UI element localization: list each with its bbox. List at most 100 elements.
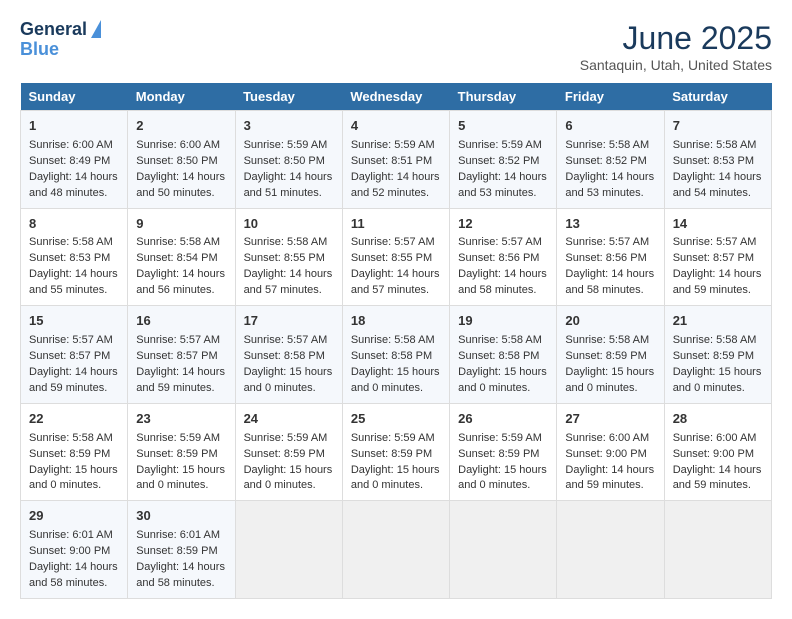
calendar-cell: 12Sunrise: 5:57 AMSunset: 8:56 PMDayligh… xyxy=(450,208,557,306)
day-info-line: and 48 minutes. xyxy=(29,186,119,202)
day-info-line: Sunset: 8:59 PM xyxy=(458,447,548,463)
calendar-cell: 7Sunrise: 5:58 AMSunset: 8:53 PMDaylight… xyxy=(664,111,771,209)
calendar-cell: 14Sunrise: 5:57 AMSunset: 8:57 PMDayligh… xyxy=(664,208,771,306)
day-info-line: and 55 minutes. xyxy=(29,283,119,299)
day-info-line: Sunset: 8:59 PM xyxy=(244,447,334,463)
calendar-cell: 25Sunrise: 5:59 AMSunset: 8:59 PMDayligh… xyxy=(342,403,449,501)
day-number: 3 xyxy=(244,117,334,136)
day-info-line: and 58 minutes. xyxy=(29,576,119,592)
day-info-line: and 59 minutes. xyxy=(136,381,226,397)
header-day-wednesday: Wednesday xyxy=(342,83,449,111)
day-info-line: Sunrise: 5:58 AM xyxy=(565,333,655,349)
day-info-line: and 57 minutes. xyxy=(244,283,334,299)
calendar-cell: 22Sunrise: 5:58 AMSunset: 8:59 PMDayligh… xyxy=(21,403,128,501)
day-info-line: Daylight: 14 hours xyxy=(351,170,441,186)
day-number: 27 xyxy=(565,410,655,429)
day-info-line: Sunrise: 6:00 AM xyxy=(29,138,119,154)
day-info-line: Sunrise: 5:57 AM xyxy=(673,235,763,251)
day-info-line: Daylight: 14 hours xyxy=(458,170,548,186)
day-info-line: Daylight: 15 hours xyxy=(244,463,334,479)
day-info-line: Sunset: 8:57 PM xyxy=(136,349,226,365)
header-day-monday: Monday xyxy=(128,83,235,111)
day-info-line: Sunrise: 5:58 AM xyxy=(565,138,655,154)
day-info-line: Sunrise: 6:00 AM xyxy=(673,431,763,447)
day-info-line: Sunrise: 5:57 AM xyxy=(136,333,226,349)
day-info-line: Daylight: 15 hours xyxy=(565,365,655,381)
day-info-line: Sunrise: 5:58 AM xyxy=(351,333,441,349)
calendar-cell: 26Sunrise: 5:59 AMSunset: 8:59 PMDayligh… xyxy=(450,403,557,501)
day-info-line: Daylight: 15 hours xyxy=(351,365,441,381)
day-info-line: and 0 minutes. xyxy=(565,381,655,397)
calendar-week-row: 1Sunrise: 6:00 AMSunset: 8:49 PMDaylight… xyxy=(21,111,772,209)
day-info-line: Sunset: 8:59 PM xyxy=(565,349,655,365)
day-number: 19 xyxy=(458,312,548,331)
day-number: 14 xyxy=(673,215,763,234)
header-day-saturday: Saturday xyxy=(664,83,771,111)
day-info-line: Sunrise: 5:59 AM xyxy=(244,138,334,154)
day-info-line: and 56 minutes. xyxy=(136,283,226,299)
day-info-line: Sunset: 8:57 PM xyxy=(673,251,763,267)
calendar-cell: 23Sunrise: 5:59 AMSunset: 8:59 PMDayligh… xyxy=(128,403,235,501)
day-info-line: and 0 minutes. xyxy=(244,381,334,397)
day-info-line: Sunrise: 6:00 AM xyxy=(136,138,226,154)
day-info-line: Sunset: 8:58 PM xyxy=(244,349,334,365)
day-number: 8 xyxy=(29,215,119,234)
calendar-week-row: 8Sunrise: 5:58 AMSunset: 8:53 PMDaylight… xyxy=(21,208,772,306)
day-info-line: and 59 minutes. xyxy=(29,381,119,397)
day-info-line: Sunset: 8:55 PM xyxy=(244,251,334,267)
day-number: 13 xyxy=(565,215,655,234)
day-number: 28 xyxy=(673,410,763,429)
day-info-line: and 0 minutes. xyxy=(29,478,119,494)
calendar-cell xyxy=(664,501,771,599)
header-day-tuesday: Tuesday xyxy=(235,83,342,111)
day-info-line: Daylight: 14 hours xyxy=(136,365,226,381)
day-info-line: and 58 minutes. xyxy=(565,283,655,299)
day-info-line: Sunset: 8:52 PM xyxy=(565,154,655,170)
calendar-cell xyxy=(450,501,557,599)
day-info-line: Sunset: 8:59 PM xyxy=(136,447,226,463)
day-number: 15 xyxy=(29,312,119,331)
day-info-line: Sunrise: 5:59 AM xyxy=(351,431,441,447)
day-number: 12 xyxy=(458,215,548,234)
logo-blue-text: Blue xyxy=(20,40,59,60)
day-number: 24 xyxy=(244,410,334,429)
day-info-line: Sunrise: 5:58 AM xyxy=(673,138,763,154)
logo-text: General xyxy=(20,20,87,40)
day-info-line: and 50 minutes. xyxy=(136,186,226,202)
day-info-line: Sunset: 8:53 PM xyxy=(29,251,119,267)
day-info-line: Daylight: 14 hours xyxy=(673,463,763,479)
day-number: 18 xyxy=(351,312,441,331)
page-header: General Blue June 2025 Santaquin, Utah, … xyxy=(20,20,772,73)
calendar-cell xyxy=(235,501,342,599)
day-number: 25 xyxy=(351,410,441,429)
day-info-line: Sunset: 9:00 PM xyxy=(673,447,763,463)
header-day-thursday: Thursday xyxy=(450,83,557,111)
day-info-line: Daylight: 15 hours xyxy=(458,463,548,479)
day-info-line: Daylight: 15 hours xyxy=(244,365,334,381)
calendar-cell: 20Sunrise: 5:58 AMSunset: 8:59 PMDayligh… xyxy=(557,306,664,404)
day-info-line: Daylight: 14 hours xyxy=(565,170,655,186)
calendar-cell: 13Sunrise: 5:57 AMSunset: 8:56 PMDayligh… xyxy=(557,208,664,306)
day-number: 6 xyxy=(565,117,655,136)
day-info-line: Sunset: 8:54 PM xyxy=(136,251,226,267)
day-info-line: Daylight: 14 hours xyxy=(29,267,119,283)
day-info-line: Sunset: 8:57 PM xyxy=(29,349,119,365)
calendar-cell: 2Sunrise: 6:00 AMSunset: 8:50 PMDaylight… xyxy=(128,111,235,209)
calendar-cell: 4Sunrise: 5:59 AMSunset: 8:51 PMDaylight… xyxy=(342,111,449,209)
day-number: 1 xyxy=(29,117,119,136)
day-info-line: Sunrise: 6:01 AM xyxy=(29,528,119,544)
calendar-week-row: 15Sunrise: 5:57 AMSunset: 8:57 PMDayligh… xyxy=(21,306,772,404)
day-info-line: and 53 minutes. xyxy=(458,186,548,202)
day-info-line: Daylight: 15 hours xyxy=(351,463,441,479)
day-info-line: Sunrise: 5:58 AM xyxy=(136,235,226,251)
day-info-line: Sunrise: 5:59 AM xyxy=(458,431,548,447)
day-info-line: Sunset: 8:58 PM xyxy=(351,349,441,365)
day-info-line: Daylight: 15 hours xyxy=(673,365,763,381)
day-number: 29 xyxy=(29,507,119,526)
calendar-cell: 3Sunrise: 5:59 AMSunset: 8:50 PMDaylight… xyxy=(235,111,342,209)
day-info-line: Daylight: 14 hours xyxy=(458,267,548,283)
day-info-line: Sunrise: 5:58 AM xyxy=(458,333,548,349)
day-info-line: Sunset: 8:59 PM xyxy=(29,447,119,463)
day-info-line: Sunset: 8:51 PM xyxy=(351,154,441,170)
day-info-line: and 59 minutes. xyxy=(565,478,655,494)
